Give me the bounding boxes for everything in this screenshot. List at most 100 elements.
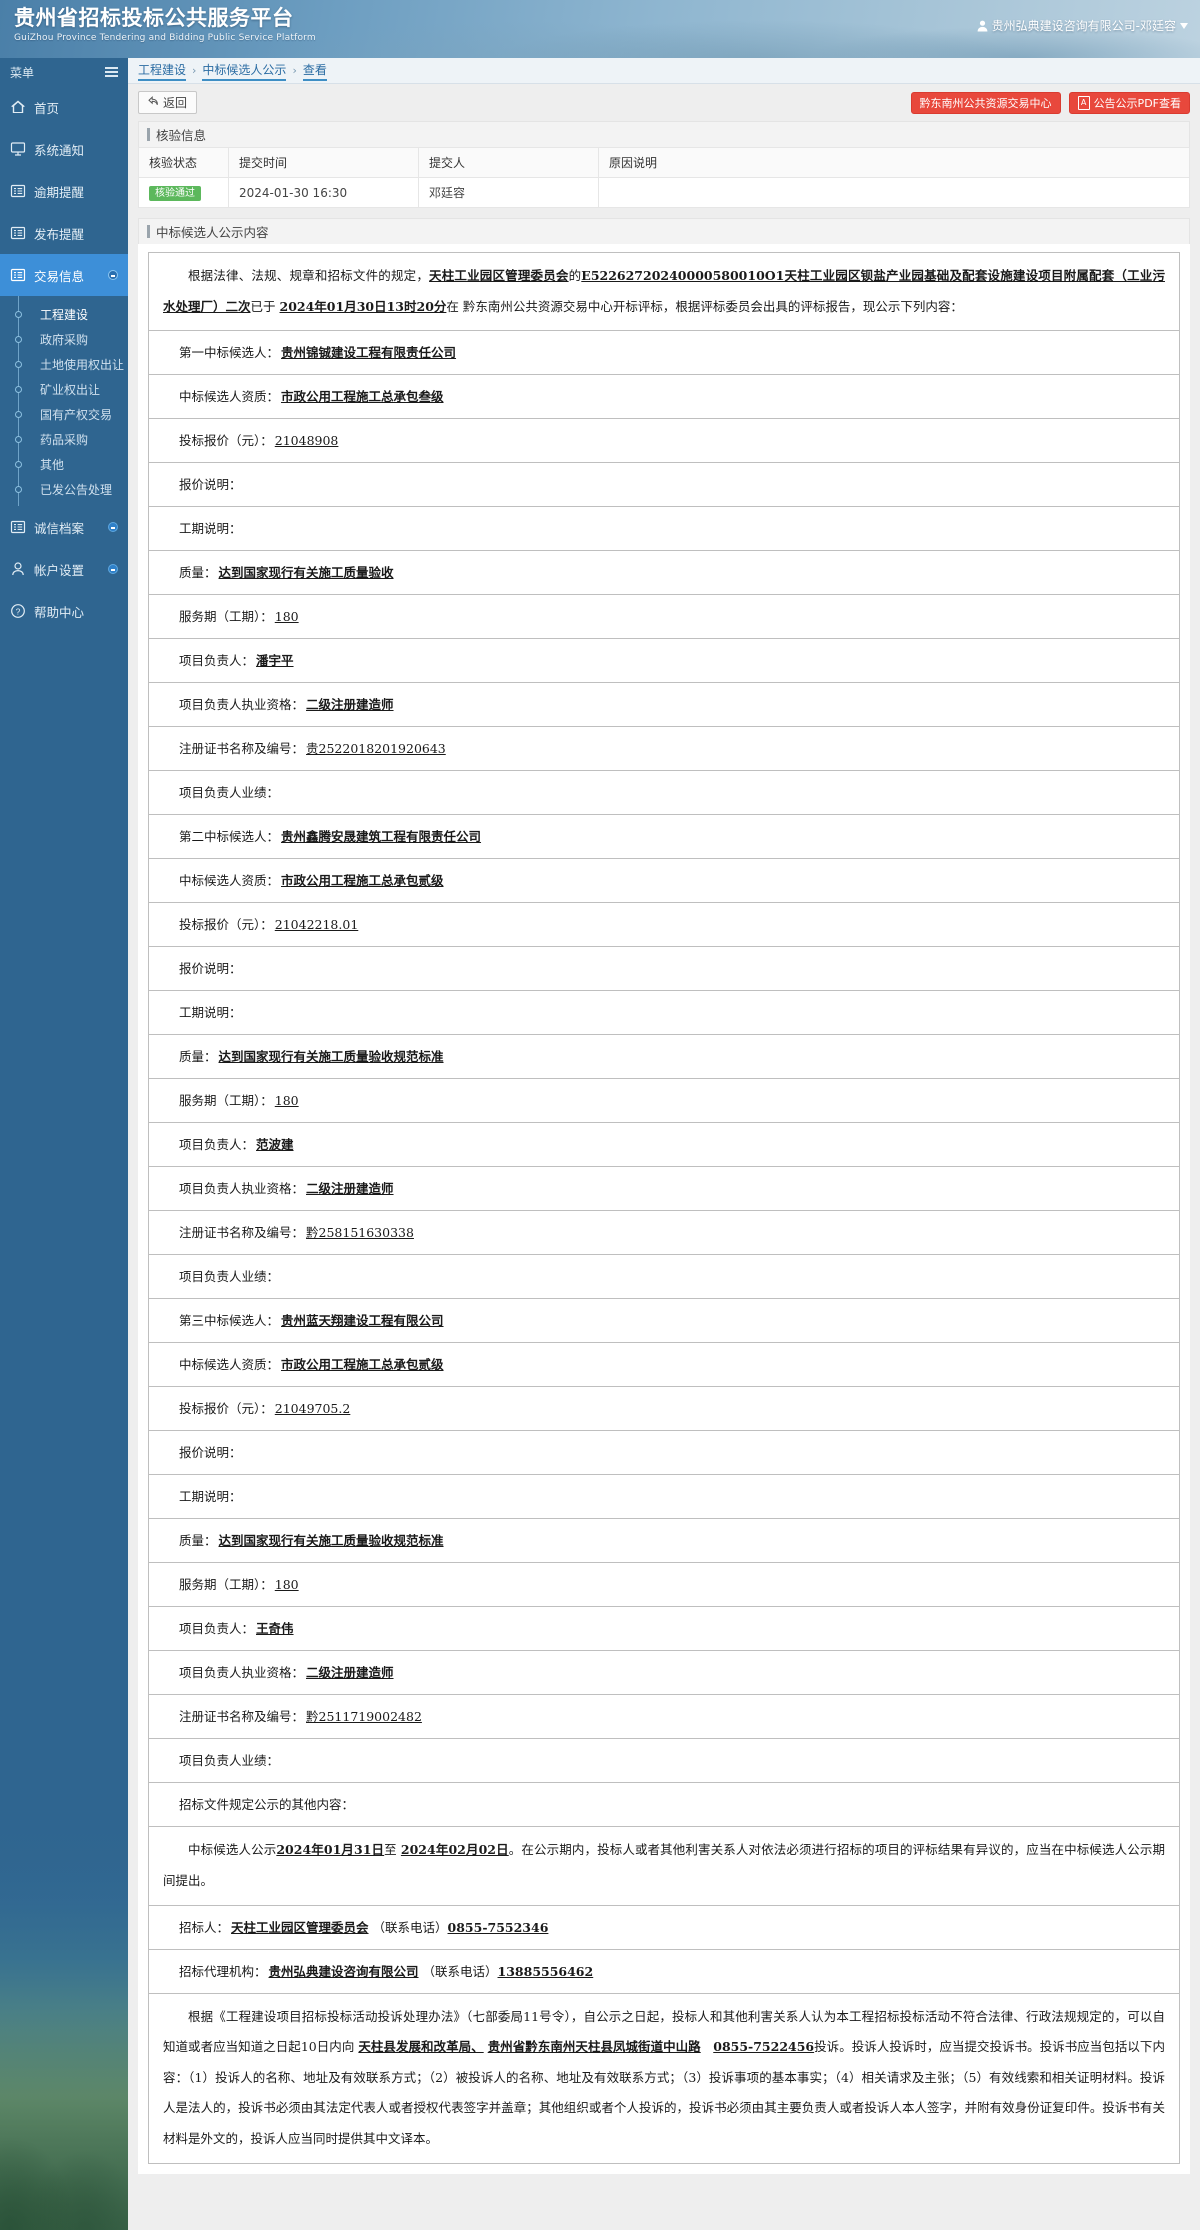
sidebar-subitem-label: 矿业权出让 (40, 382, 101, 397)
row-label: 项目负责人业绩： (179, 1269, 280, 1285)
other-content-row: 招标文件规定公示的其他内容： (148, 1782, 1180, 1828)
sidebar-item-label: 首页 (34, 100, 60, 116)
row-value: 市政公用工程施工总承包贰级 (281, 873, 444, 889)
back-button[interactable]: 返回 (138, 91, 198, 114)
sidebar-item-publish-reminder[interactable]: 发布提醒 (0, 212, 128, 254)
candidate-detail-row: 工期说明： (148, 1474, 1180, 1520)
candidate-detail-row: 质量： 达到国家现行有关施工质量验收 (148, 550, 1180, 596)
user-icon (10, 561, 26, 577)
sidebar: 菜单 首页 系统通知 逾期提醒 发布提醒 交易信息 工程建设 政府采购 土地使用… (0, 58, 128, 2230)
row-value (242, 477, 244, 492)
sidebar-subitem-other[interactable]: 其他 (0, 452, 128, 476)
sidebar-item-label: 系统通知 (34, 142, 85, 158)
sidebar-item-overdue-reminder[interactable]: 逾期提醒 (0, 170, 128, 212)
candidate-detail-cell: 项目负责人执业资格： 二级注册建造师 (148, 1166, 1180, 1212)
status-badge: 核验通过 (149, 185, 201, 201)
row-value: 二级注册建造师 (306, 1181, 394, 1197)
row-label: 招标代理机构： (179, 1963, 267, 1979)
breadcrumb-item-candidate-notice[interactable]: 中标候选人公示 (202, 61, 287, 81)
chevron-collapse-icon (108, 270, 118, 280)
notice-table: 根据法律、法规、规章和招标文件的规定，天柱工业园区管理委员会的E52262720… (148, 251, 1180, 2164)
other-content-cell: 招标文件规定公示的其他内容： (148, 1782, 1180, 1828)
intro-tenderee: 天柱工业园区管理委员会 (429, 268, 569, 283)
cell-time: 2024-01-30 16:30 (228, 177, 419, 208)
col-reason: 原因说明 (598, 147, 1190, 178)
back-arrow-icon (148, 95, 159, 110)
candidate-rank-cell: 第一中标候选人： 贵州锦铖建设工程有限责任公司 (148, 330, 1180, 376)
sidebar-subitem-label: 其他 (40, 457, 65, 472)
row-value (242, 521, 244, 536)
row-value: 达到国家现行有关施工质量验收 (218, 565, 394, 581)
row-value: 贵州鑫腾安晟建筑工程有限责任公司 (281, 829, 482, 845)
sidebar-item-label: 诚信档案 (34, 520, 85, 536)
agency-phone: 13885556462 (497, 1963, 594, 1979)
row-value: 21049705.2 (274, 1401, 351, 1417)
complaint-row: 根据《工程建设项目招标投标活动投诉处理办法》（七部委局11号令），自公示之日起，… (148, 1992, 1180, 2164)
complaint-org2: 贵州省黔东南州天柱县凤城街道中山路 (487, 2039, 701, 2055)
candidate-detail-cell: 质量： 达到国家现行有关施工质量验收规范标准 (148, 1034, 1180, 1080)
archive-icon (10, 519, 26, 535)
sidebar-subitem-state-property[interactable]: 国有产权交易 (0, 402, 128, 426)
sidebar-subitem-gov-procurement[interactable]: 政府采购 (0, 327, 128, 351)
verify-panel: 核验信息 核验状态 提交时间 提交人 原因说明 核验通过 2024-01-30 … (138, 121, 1190, 208)
sidebar-subitem-engineering[interactable]: 工程建设 (0, 302, 128, 326)
tenderee-row: 招标人： 天柱工业园区管理委员会 （联系电话）0855-7552346 (148, 1904, 1180, 1950)
row-label: 工期说明： (179, 1005, 242, 1021)
pdf-view-button[interactable]: A 公告公示PDF查看 (1068, 91, 1190, 114)
monitor-icon (10, 141, 26, 157)
toolbar: 返回 黔东南州公共资源交易中心 A 公告公示PDF查看 (128, 84, 1200, 121)
sidebar-subitem-mining-right[interactable]: 矿业权出让 (0, 377, 128, 401)
row-value (279, 1269, 281, 1284)
tenderee-name: 天柱工业园区管理委员会 (231, 1919, 369, 1935)
row-value: 贵2522018201920643 (306, 741, 446, 757)
trading-center-button[interactable]: 黔东南州公共资源交易中心 (910, 91, 1061, 114)
sidebar-item-credit-archive[interactable]: 诚信档案 (0, 506, 128, 548)
intro-place: 黔东南州公共资源交易中心开标评标，根据评标委员会出具的评标报告，现公示下列内容： (462, 298, 963, 314)
col-submitter: 提交人 (418, 147, 599, 178)
candidate-detail-cell: 投标报价（元）： 21048908 (148, 418, 1180, 464)
candidate-detail-row: 项目负责人业绩： (148, 1738, 1180, 1784)
sidebar-subitem-land-use-right[interactable]: 土地使用权出让 (0, 352, 128, 376)
verify-table: 核验状态 提交时间 提交人 原因说明 核验通过 2024-01-30 16:30… (138, 147, 1190, 208)
candidate-detail-cell: 质量： 达到国家现行有关施工质量验收 (148, 550, 1180, 596)
notice-document: 根据法律、法规、规章和招标文件的规定，天柱工业园区管理委员会的E52262720… (138, 244, 1190, 2174)
candidate-detail-row: 项目负责人： 王奇伟 (148, 1606, 1180, 1652)
sidebar-subitem-drug-procurement[interactable]: 药品采购 (0, 427, 128, 451)
sidebar-subitem-published-notice[interactable]: 已发公告处理 (0, 477, 128, 501)
complaint-t2: 投诉。投诉人投诉时，应当提交投诉书。投诉书应当包括以下内容：（1）投诉人的名称、… (163, 2039, 1165, 2146)
candidate-detail-cell: 项目负责人： 王奇伟 (148, 1606, 1180, 1652)
table-row: 核验通过 2024-01-30 16:30 邓廷容 (138, 177, 1190, 208)
row-label: 项目负责人： (179, 653, 255, 669)
candidate-detail-cell: 服务期（工期）： 180 (148, 594, 1180, 640)
sidebar-item-label: 帐户设置 (34, 562, 85, 578)
row-label: 服务期（工期）： (179, 609, 273, 625)
sidebar-item-transaction-info[interactable]: 交易信息 (0, 254, 128, 296)
main-content: 工程建设 › 中标候选人公示 › 查看 返回 黔东南州公共资源交易中心 A 公告… (128, 58, 1200, 2230)
sidebar-item-help-center[interactable]: ? 帮助中心 (0, 590, 128, 632)
sidebar-item-system-notice[interactable]: 系统通知 (0, 128, 128, 170)
user-icon (977, 20, 988, 32)
sidebar-subitem-label: 土地使用权出让 (40, 357, 125, 372)
sidebar-item-account-settings[interactable]: 帐户设置 (0, 548, 128, 590)
breadcrumb-item-view[interactable]: 查看 (302, 61, 327, 81)
candidate-detail-row: 质量： 达到国家现行有关施工质量验收规范标准 (148, 1518, 1180, 1564)
candidate-detail-cell: 工期说明： (148, 990, 1180, 1036)
row-value (242, 1005, 244, 1020)
intro-of: 的 (568, 268, 582, 283)
title-accent-bar (147, 225, 150, 238)
row-label: 工期说明： (179, 1489, 242, 1505)
row-value: 达到国家现行有关施工质量验收规范标准 (218, 1533, 444, 1549)
candidate-detail-cell: 报价说明： (148, 462, 1180, 508)
user-menu[interactable]: 贵州弘典建设咨询有限公司-邓廷容 (977, 17, 1188, 34)
row-label: 质量： (179, 1049, 217, 1065)
sidebar-item-home[interactable]: 首页 (0, 86, 128, 128)
breadcrumb-item-engineering[interactable]: 工程建设 (138, 61, 187, 81)
menu-collapse-icon[interactable] (105, 67, 118, 77)
candidate-detail-cell: 投标报价（元）： 21042218.01 (148, 902, 1180, 948)
row-label: 项目负责人执业资格： (179, 1181, 305, 1197)
candidate-rank-cell: 第二中标候选人： 贵州鑫腾安晟建筑工程有限责任公司 (148, 814, 1180, 860)
sidebar-subitem-label: 工程建设 (40, 307, 89, 322)
row-value: 21048908 (274, 433, 339, 449)
row-value: 二级注册建造师 (306, 1665, 394, 1681)
notice-panel-label: 中标候选人公示内容 (156, 225, 269, 240)
